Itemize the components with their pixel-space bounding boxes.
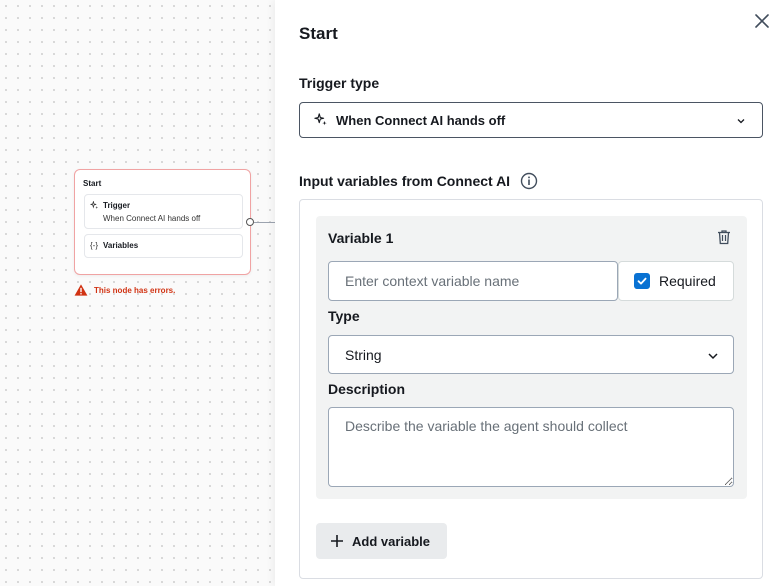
node-trigger-row[interactable]: Trigger When Connect AI hands off bbox=[84, 194, 243, 229]
node-title: Start bbox=[83, 179, 102, 188]
chevron-down-icon bbox=[708, 353, 718, 360]
node-variables-label: Variables bbox=[103, 241, 139, 250]
trigger-type-select[interactable]: When Connect AI hands off bbox=[299, 102, 763, 138]
input-variables-container: Variable 1 Required Type String bbox=[299, 199, 763, 579]
type-select[interactable]: String bbox=[328, 335, 734, 374]
trigger-type-label: Trigger type bbox=[299, 75, 380, 91]
variable-title: Variable 1 bbox=[328, 230, 394, 246]
panel-title: Start bbox=[299, 24, 338, 43]
input-variables-label: Input variables from Connect AI bbox=[299, 173, 511, 189]
description-textarea[interactable] bbox=[328, 407, 734, 487]
add-variable-button[interactable]: Add variable bbox=[316, 523, 447, 559]
edge-line bbox=[254, 221, 275, 223]
node-config-panel: Start Trigger type When Connect AI hands… bbox=[275, 0, 775, 586]
trigger-type-value: When Connect AI hands off bbox=[336, 112, 506, 128]
flow-canvas[interactable]: Start Trigger When Connect AI hands off … bbox=[0, 0, 275, 586]
node-trigger-value: When Connect AI hands off bbox=[103, 214, 201, 223]
plus-icon bbox=[331, 535, 343, 547]
description-label: Description bbox=[328, 381, 406, 397]
sparkle-icon bbox=[314, 113, 327, 126]
braces-icon: {-} bbox=[90, 241, 99, 250]
info-icon[interactable] bbox=[520, 172, 538, 190]
check-icon bbox=[637, 277, 647, 285]
trash-icon[interactable] bbox=[716, 229, 732, 245]
warning-icon bbox=[74, 284, 88, 296]
sparkle-icon bbox=[90, 200, 99, 212]
variable-card: Variable 1 Required Type String bbox=[316, 216, 747, 499]
required-checkbox-field[interactable]: Required bbox=[618, 261, 734, 301]
start-node[interactable]: Start Trigger When Connect AI hands off … bbox=[74, 169, 251, 275]
node-error-message: This node has errors. bbox=[74, 284, 175, 296]
required-label: Required bbox=[659, 273, 716, 289]
type-value: String bbox=[345, 346, 382, 363]
required-checkbox[interactable] bbox=[634, 273, 650, 289]
type-label: Type bbox=[328, 308, 360, 324]
node-trigger-label: Trigger bbox=[103, 201, 131, 210]
input-variables-heading: Input variables from Connect AI bbox=[299, 172, 538, 190]
close-icon[interactable] bbox=[753, 12, 771, 30]
output-port[interactable] bbox=[246, 218, 254, 226]
add-variable-label: Add variable bbox=[352, 533, 431, 549]
error-text: This node has errors. bbox=[94, 285, 176, 295]
chevron-down-icon bbox=[737, 119, 745, 124]
variable-name-input[interactable] bbox=[328, 261, 618, 301]
node-variables-row[interactable]: {-} Variables bbox=[84, 234, 243, 258]
